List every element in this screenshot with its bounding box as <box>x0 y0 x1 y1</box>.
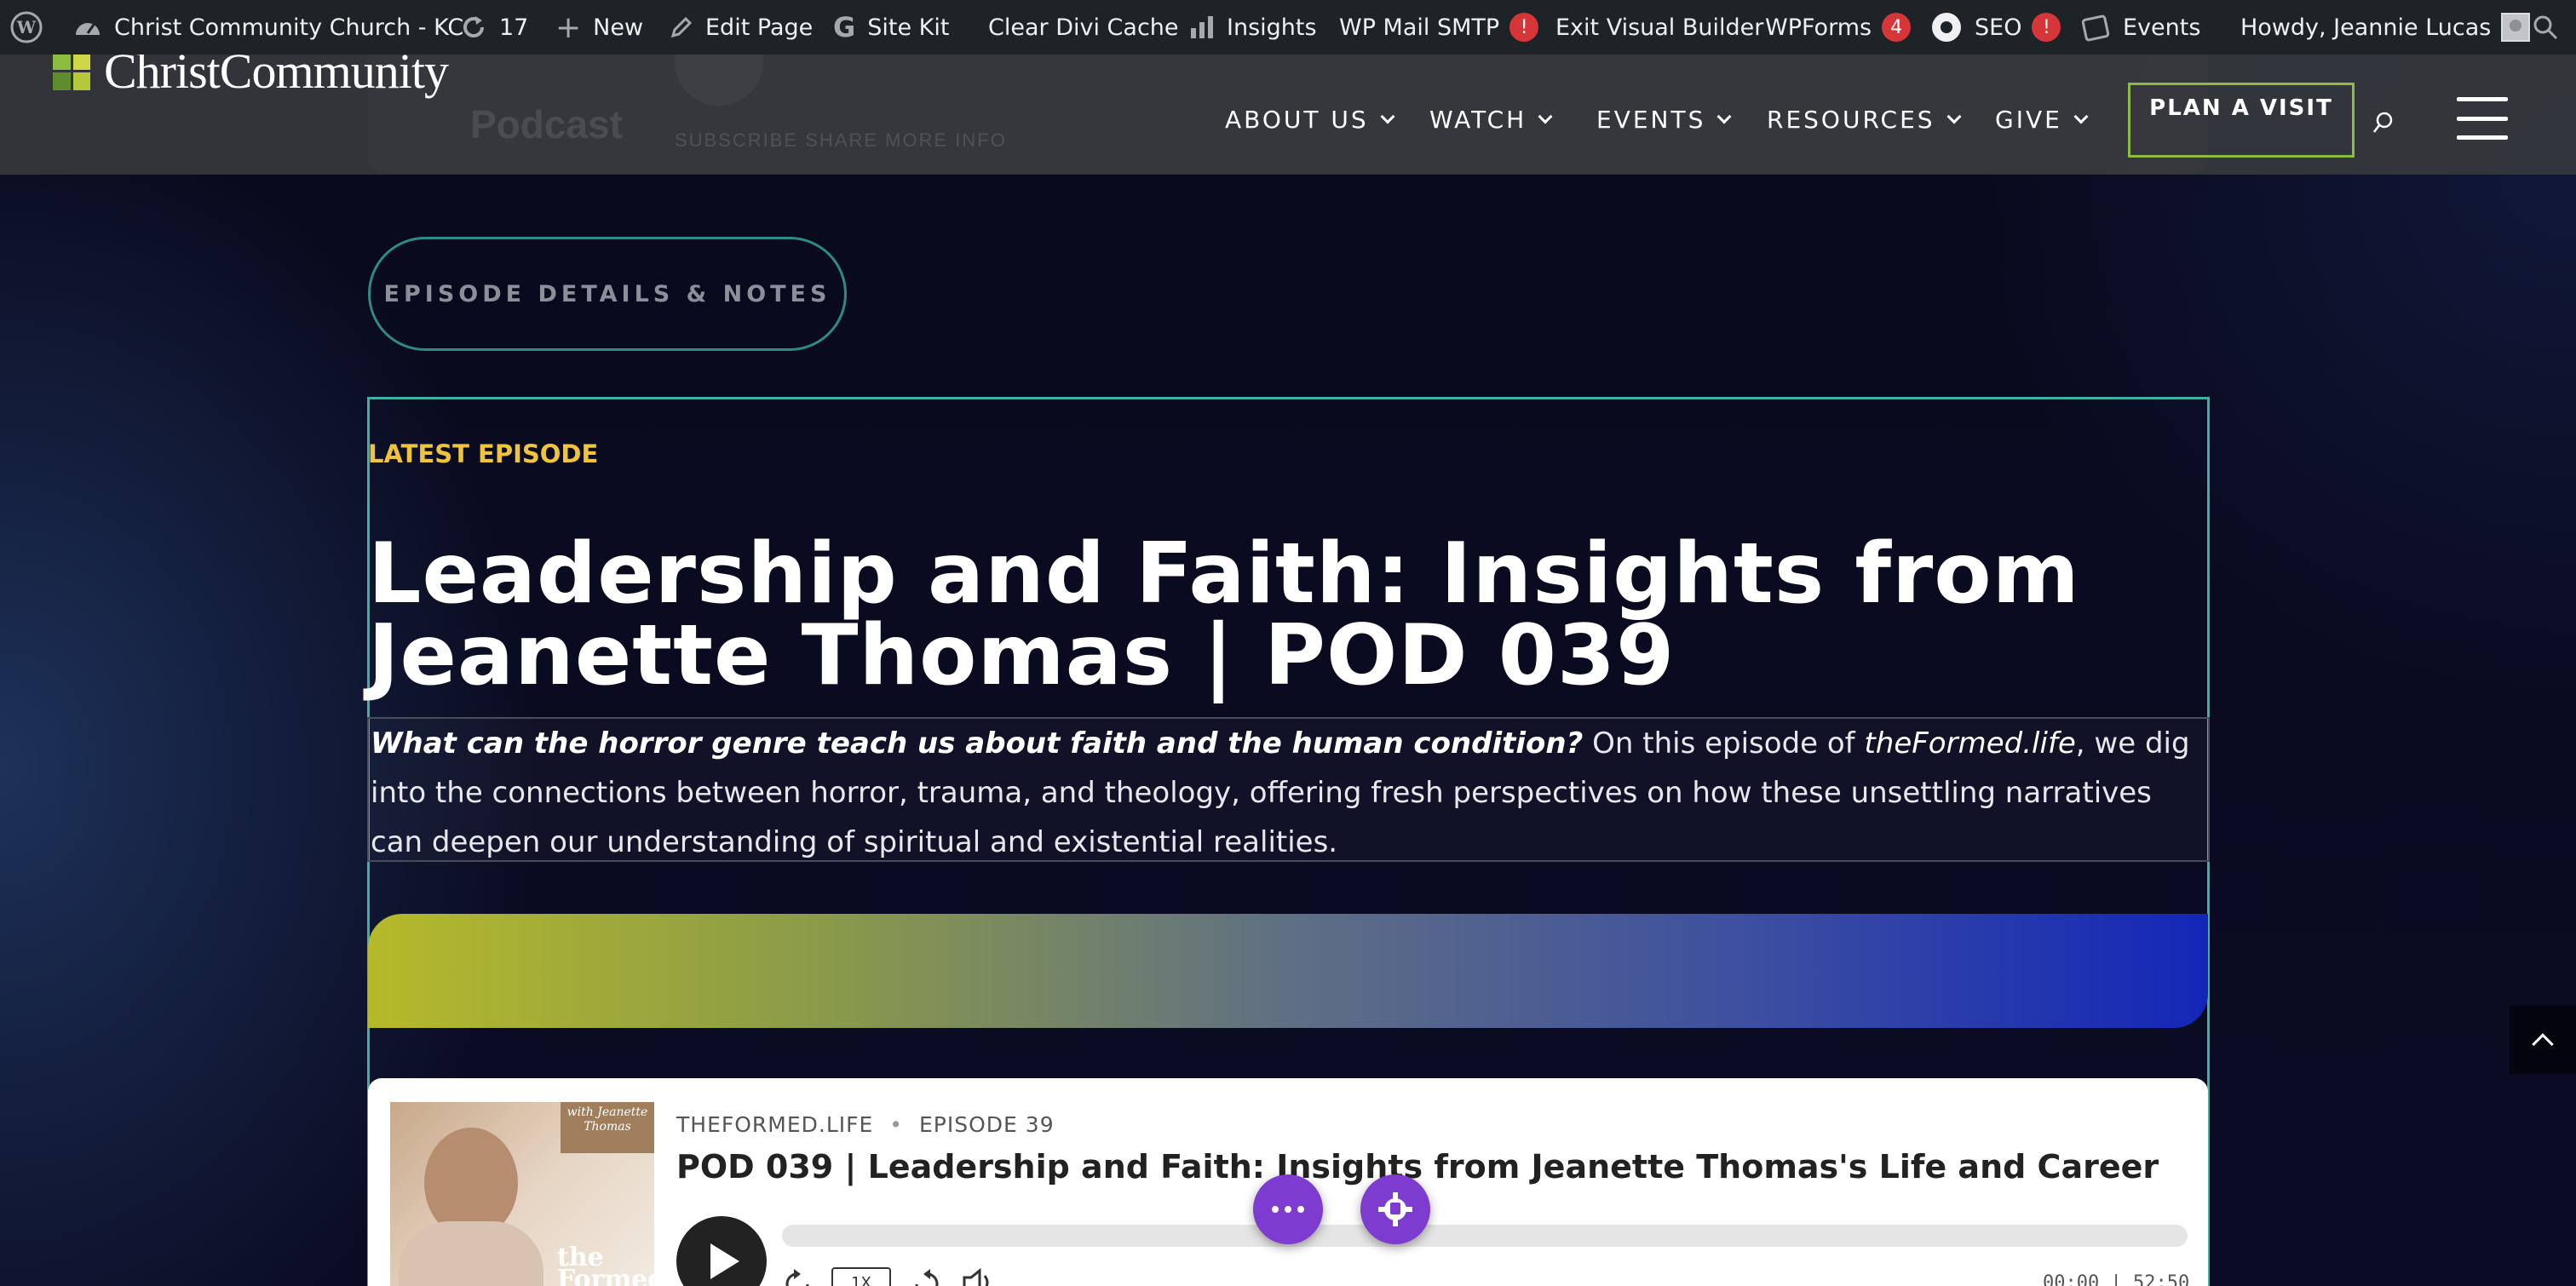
pencil-icon <box>670 15 693 39</box>
nav-label: EVENTS <box>1596 106 1706 134</box>
seo-gear-icon <box>1930 11 1963 43</box>
chevron-down-icon <box>1380 109 1395 123</box>
back-to-top-button[interactable] <box>2510 1006 2576 1074</box>
latest-episode-eyebrow: LATEST EPISODE <box>368 439 599 468</box>
play-button[interactable] <box>676 1216 767 1286</box>
nav-label: WATCH <box>1429 106 1527 134</box>
google-g-icon: G <box>833 11 856 43</box>
intro-text: On this episode of <box>1583 726 1865 761</box>
sitekit-menu[interactable]: G Site Kit <box>833 0 949 55</box>
cover-tag: with Jeanette Thomas <box>561 1102 654 1153</box>
avatar <box>2501 13 2531 42</box>
gradient-divider <box>368 914 2208 1028</box>
chevron-down-icon <box>1716 109 1732 123</box>
events-menu[interactable]: Events <box>2082 0 2200 55</box>
bar-chart-icon <box>1189 14 1215 40</box>
show-meta: THEFORMED.LIFE • EPISODE 39 <box>676 1112 1055 1137</box>
howdy-label: Howdy, Jeannie Lucas <box>2240 14 2492 41</box>
episode-intro: What can the horror genre teach us about… <box>367 717 2210 862</box>
updates-icon <box>460 14 487 41</box>
wpforms-count-badge: 4 <box>1882 13 1912 42</box>
dashboard-icon <box>73 14 102 40</box>
new-label: New <box>593 14 644 41</box>
svg-text:W: W <box>16 17 37 37</box>
wpforms-label: WPForms <box>1765 14 1872 41</box>
divi-page-settings-button[interactable] <box>1360 1174 1430 1244</box>
episode-number: EPISODE 39 <box>919 1112 1055 1137</box>
rewind-icon[interactable] <box>782 1267 816 1286</box>
nav-item-watch[interactable]: WATCH <box>1429 106 1553 134</box>
cover-brand: the Formed life <box>557 1243 654 1286</box>
ghost-podcast-label: Podcast <box>470 102 623 146</box>
more-dots-icon <box>1272 1206 1304 1213</box>
nav-item-resources[interactable]: RESOURCES <box>1767 106 1962 134</box>
wp-mail-smtp-menu[interactable]: WP Mail SMTP ! <box>1339 0 1539 55</box>
hamburger-menu-icon[interactable] <box>2457 97 2508 140</box>
ghost-links: SUBSCRIBE SHARE MORE INFO <box>675 129 1007 151</box>
nav-label: RESOURCES <box>1767 106 1935 134</box>
events-label: Events <box>2123 14 2201 41</box>
cover-portrait-body <box>399 1221 543 1286</box>
chevron-down-icon <box>1946 109 1962 123</box>
clear-divi-cache-link[interactable]: Clear Divi Cache <box>988 0 1179 55</box>
episode-heading: Leadership and Faith: Insights from Jean… <box>368 525 2191 704</box>
site-name-label: Christ Community Church - KC <box>114 14 464 41</box>
updates-count: 17 <box>499 14 529 41</box>
alert-badge: ! <box>1509 13 1539 42</box>
logo-mark-icon <box>53 52 90 90</box>
meta-separator: • <box>889 1112 904 1137</box>
seo-menu[interactable]: SEO ! <box>1930 0 2061 55</box>
wordpress-logo-icon[interactable]: W <box>10 0 43 55</box>
chevron-down-icon <box>1538 109 1553 123</box>
divi-settings-dots-button[interactable] <box>1253 1174 1323 1244</box>
episode-cover-image: with Jeanette Thomas the Formed life <box>390 1102 654 1286</box>
player-episode-title: POD 039 | Leadership and Faith: Insights… <box>676 1148 2159 1186</box>
progress-bar[interactable] <box>782 1225 2188 1247</box>
account-menu[interactable]: Howdy, Jeannie Lucas <box>2240 0 2531 55</box>
plan-a-visit-button[interactable]: PLAN A VISIT <box>2128 83 2355 158</box>
wp-mail-smtp-label: WP Mail SMTP <box>1339 14 1500 41</box>
playback-speed-button[interactable]: 1X <box>831 1267 891 1286</box>
insights-label: Insights <box>1227 14 1317 41</box>
nav-item-give[interactable]: GIVE <box>1995 106 2089 134</box>
intro-question: What can the horror genre teach us about… <box>371 726 1584 761</box>
insights-menu[interactable]: Insights <box>1189 0 1317 55</box>
episode-heading-line-2: Jeanette Thomas | POD 039 <box>368 607 1676 704</box>
edit-page-link[interactable]: Edit Page <box>670 0 813 55</box>
volume-icon[interactable] <box>961 1267 995 1286</box>
seo-alert-badge: ! <box>2032 13 2061 42</box>
updates-menu[interactable]: 17 <box>460 0 528 55</box>
nav-label: ABOUT US <box>1225 106 1369 134</box>
seo-label: SEO <box>1975 14 2022 41</box>
nav-label: GIVE <box>1995 106 2062 134</box>
ghost-play-button <box>675 55 763 106</box>
site-name-menu[interactable]: Christ Community Church - KC <box>73 0 463 55</box>
episode-heading-line-1: Leadership and Faith: Insights from <box>368 525 2080 623</box>
gear-icon <box>1378 1192 1412 1226</box>
edit-page-label: Edit Page <box>705 14 814 41</box>
sitekit-label: Site Kit <box>867 14 950 41</box>
wp-admin-bar: W Christ Community Church - KC 17 + New … <box>0 0 2576 55</box>
chevron-down-icon <box>2073 109 2089 123</box>
new-content-menu[interactable]: + New <box>555 0 643 55</box>
exit-visual-builder-label: Exit Visual Builder <box>1555 14 1764 41</box>
clear-cache-label: Clear Divi Cache <box>988 14 1179 41</box>
intro-show-name: theFormed.life <box>1864 726 2076 761</box>
nav-item-events[interactable]: EVENTS <box>1596 106 1732 134</box>
calendar-icon <box>2082 13 2111 42</box>
exit-visual-builder-link[interactable]: Exit Visual Builder <box>1555 0 1763 55</box>
wpforms-menu[interactable]: WPForms 4 <box>1765 0 1912 55</box>
plus-icon: + <box>555 9 582 45</box>
search-icon[interactable] <box>2372 111 2395 139</box>
forward-icon[interactable] <box>908 1267 942 1286</box>
playback-time: 00:00 | 52:50 <box>2043 1272 2190 1286</box>
admin-search-icon[interactable] <box>2532 0 2559 55</box>
nav-item-about-us[interactable]: ABOUT US <box>1225 106 1395 134</box>
episode-details-button[interactable]: EPISODE DETAILS & NOTES <box>368 237 847 351</box>
show-name: THEFORMED.LIFE <box>676 1112 874 1137</box>
chevron-up-icon <box>2532 1033 2554 1055</box>
